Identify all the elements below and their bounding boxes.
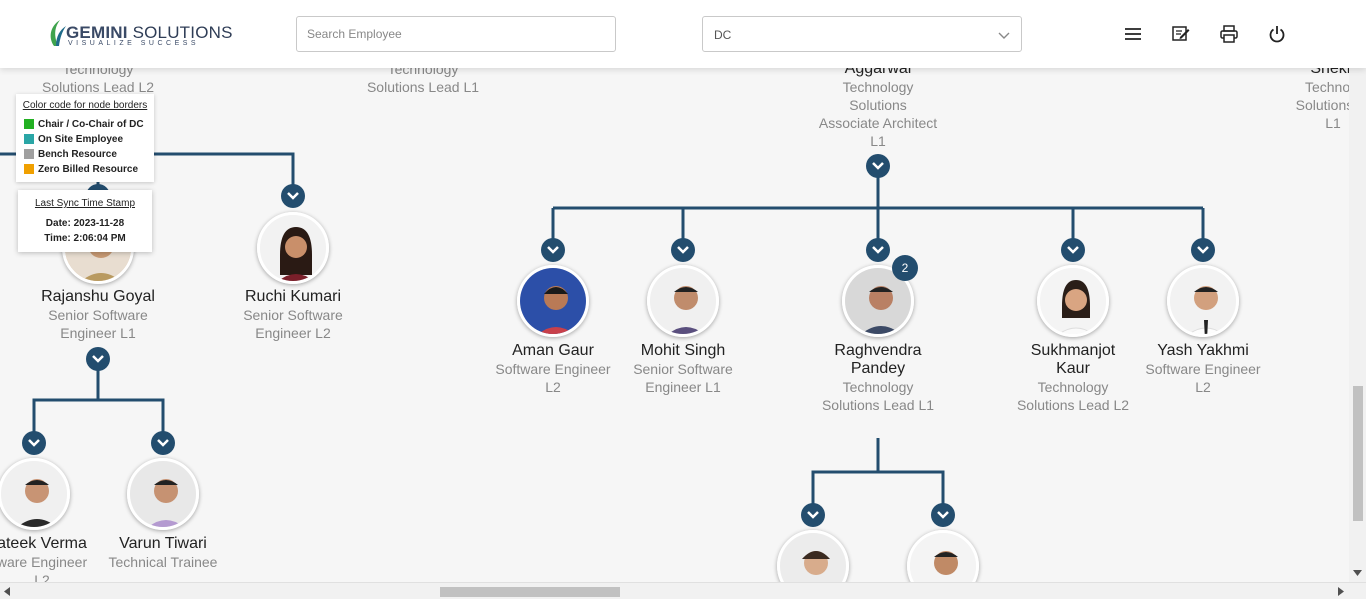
node-name: Mohit Singh	[640, 342, 726, 359]
node-role: Technology Solutions Lead L2	[1016, 379, 1130, 413]
node-role: Senior Software Engineer L2	[243, 307, 343, 341]
expand-toggle-child-2[interactable]	[931, 503, 955, 527]
sync-time: Time: 2:06:04 PM	[44, 233, 126, 244]
node-name: Yash Yakhmi	[1157, 342, 1249, 359]
legend-item-onsite: On Site Employee	[22, 132, 148, 147]
reportee-count-badge[interactable]: 2	[892, 255, 918, 281]
top-header: GEMINI SOLUTIONS VISUALIZE SUCCESS DC	[0, 0, 1366, 68]
node-role: Solutions Lead L1	[366, 79, 480, 95]
node-role: Software Engineer L2	[495, 361, 611, 395]
legend-label: Chair / Co-Chair of DC	[38, 119, 144, 130]
expand-toggle-mohit[interactable]	[671, 238, 695, 262]
node-ruchi[interactable]: Ruchi Kumari Senior Software Engineer L2	[218, 288, 368, 342]
node-role: Solutions	[849, 97, 907, 113]
node-name: Aman Gaur	[512, 342, 594, 359]
legend-label: Zero Billed Resource	[38, 164, 139, 175]
vertical-scrollbar[interactable]	[1349, 68, 1366, 582]
node-name: Sukhmanjot Kaur	[1030, 342, 1116, 377]
node-sukhmanjot[interactable]: Sukhmanjot Kaur Technology Solutions Lea…	[998, 342, 1148, 414]
dc-dropdown[interactable]: DC	[702, 16, 1022, 52]
node-role: Software Engineer L2	[1145, 361, 1261, 395]
avatar-prateek[interactable]	[0, 458, 70, 530]
expand-toggle-aman[interactable]	[541, 238, 565, 262]
avatar-sukhmanjot[interactable]	[1037, 265, 1109, 337]
edit-note-icon[interactable]	[1171, 24, 1191, 44]
search-employee-input[interactable]	[296, 16, 616, 52]
legend-item-zero-billed: Zero Billed Resource	[22, 162, 148, 177]
node-aman[interactable]: Aman Gaur Software Engineer L2	[478, 342, 628, 396]
avatar-aman[interactable]	[517, 265, 589, 337]
expand-toggle-raghvendra[interactable]	[866, 238, 890, 262]
node-rajanshu[interactable]: Rajanshu Goyal Senior Software Engineer …	[23, 288, 173, 342]
sync-date: Date: 2023-11-28	[45, 218, 125, 229]
node-role: Associate Architect	[818, 115, 938, 131]
node-name: Ruchi Kumari	[244, 288, 342, 305]
expand-toggle-yash[interactable]	[1191, 238, 1215, 262]
last-sync-panel: Last Sync Time Stamp Date: 2023-11-28 Ti…	[18, 190, 152, 252]
legend-item-chair: Chair / Co-Chair of DC	[22, 117, 148, 132]
sync-title: Last Sync Time Stamp	[34, 198, 136, 209]
expand-toggle-aggarwal[interactable]	[866, 154, 890, 178]
node-raghvendra[interactable]: Raghvendra Pandey Technology Solutions L…	[803, 342, 953, 414]
expand-toggle-varun[interactable]	[151, 431, 175, 455]
avatar-yash[interactable]	[1167, 265, 1239, 337]
node-role: Senior Software Engineer L1	[48, 307, 148, 341]
legend-title: Color code for node borders	[22, 100, 148, 111]
legend-item-bench: Bench Resource	[22, 147, 148, 162]
legend-swatch	[24, 149, 34, 159]
node-role: Technology Solutions Lead L1	[821, 379, 935, 413]
node-role: Technology	[842, 79, 914, 95]
node-name: Raghvendra Pandey	[834, 342, 922, 377]
gemini-logo[interactable]: GEMINI SOLUTIONS VISUALIZE SUCCESS	[46, 18, 232, 50]
legend-label: On Site Employee	[38, 134, 124, 145]
node-varun[interactable]: Varun Tiwari Technical Trainee	[88, 535, 238, 571]
legend-label: Bench Resource	[38, 149, 117, 160]
horizontal-scroll-thumb[interactable]	[440, 587, 620, 597]
node-name: Varun Tiwari	[119, 535, 207, 552]
expand-toggle-ruchi[interactable]	[281, 184, 305, 208]
partial-node-c: Aggarwal Technology Solutions Associate …	[803, 60, 953, 150]
chevron-down-icon	[998, 32, 1010, 39]
legend-swatch	[24, 119, 34, 129]
leaf-logo-icon	[50, 20, 66, 46]
scroll-down-arrow-icon[interactable]	[1353, 570, 1362, 576]
node-mohit[interactable]: Mohit Singh Senior Software Engineer L1	[608, 342, 758, 396]
collapse-toggle-rajanshu-children[interactable]	[86, 347, 110, 371]
legend-swatch	[24, 164, 34, 174]
scroll-left-arrow-icon[interactable]	[4, 587, 10, 596]
horizontal-scrollbar[interactable]	[0, 582, 1366, 599]
legend-swatch	[24, 134, 34, 144]
print-icon[interactable]	[1219, 24, 1239, 44]
logo-tagline: VISUALIZE SUCCESS	[68, 40, 200, 47]
node-role: L1	[870, 133, 886, 149]
avatar-ruchi[interactable]	[257, 212, 329, 284]
power-icon[interactable]	[1267, 24, 1287, 44]
node-yash[interactable]: Yash Yakhmi Software Engineer L2	[1128, 342, 1278, 396]
vertical-scroll-thumb[interactable]	[1353, 386, 1363, 521]
expand-toggle-child-1[interactable]	[801, 503, 825, 527]
menu-icon[interactable]	[1123, 24, 1143, 44]
avatar-varun[interactable]	[127, 458, 199, 530]
dropdown-selected-value: DC	[714, 28, 732, 42]
expand-toggle-prateek[interactable]	[22, 431, 46, 455]
node-role: Senior Software Engineer L1	[633, 361, 733, 395]
border-color-legend: Color code for node borders Chair / Co-C…	[16, 94, 154, 182]
node-name: Rajanshu Goyal	[41, 288, 155, 305]
expand-toggle-sukhmanjot[interactable]	[1061, 238, 1085, 262]
node-role: Technical Trainee	[108, 554, 218, 570]
scroll-right-arrow-icon[interactable]	[1338, 587, 1344, 596]
avatar-mohit[interactable]	[647, 265, 719, 337]
